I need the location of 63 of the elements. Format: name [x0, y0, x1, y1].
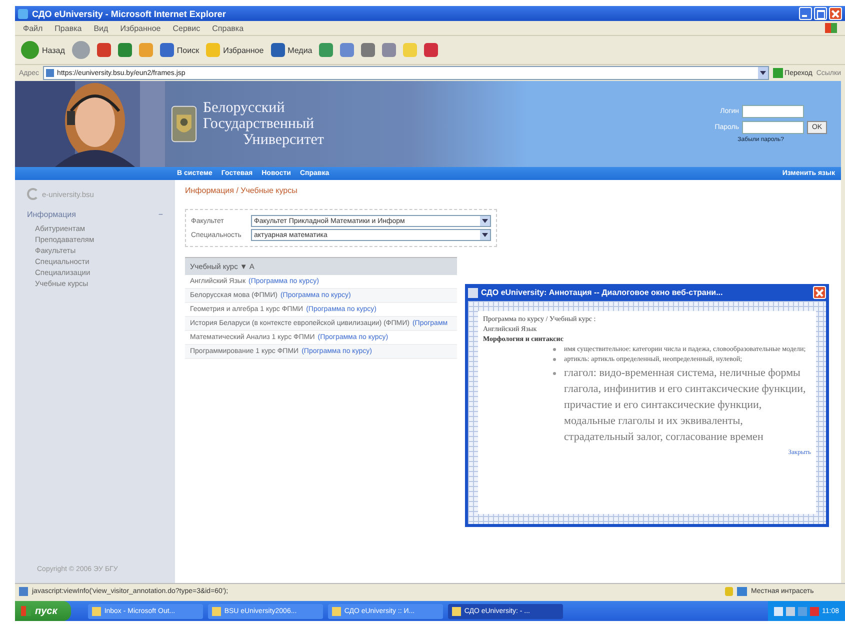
toolbar-icon — [340, 43, 354, 57]
window-title: СДО eUniversity - Microsoft Internet Explorer — [32, 8, 227, 18]
browser-icon — [18, 8, 28, 18]
university-name: Государственный — [203, 116, 316, 132]
crest-icon — [171, 105, 197, 143]
university-name: Университет — [242, 132, 324, 148]
toolbar-button[interactable] — [382, 43, 396, 57]
toolbar-button[interactable] — [138, 43, 153, 57]
syllabus-text: глагол: видо-временная система, неличные формы глагола, инфинитив и его синтаксические функции, причастие и его синтаксические функции, модальные глаголы и их эквиваленты, страдательный залог, согласование времен — [564, 366, 807, 445]
section-heading[interactable]: Информация — [27, 210, 76, 219]
toolbar-button[interactable]: Медиа — [270, 43, 312, 57]
dropdown-arrow-icon[interactable] — [480, 230, 490, 240]
bullet-icon — [553, 372, 556, 375]
toolbar-button[interactable]: Поиск — [160, 43, 200, 57]
toolbar-icon — [270, 43, 285, 57]
toolbar-icon — [319, 43, 334, 57]
page-icon — [19, 587, 28, 596]
close-button[interactable] — [829, 7, 842, 20]
toolbar-icon — [160, 43, 174, 57]
toolbar-button[interactable] — [118, 43, 132, 57]
swirl-icon — [27, 188, 39, 200]
dialog-title: СДО eUniversity: Аннотация -- Диалоговое окно веб-страни... — [481, 288, 724, 297]
menu-item[interactable]: Файл — [23, 24, 43, 32]
toolbar-button[interactable] — [340, 43, 354, 57]
toolbar-button[interactable] — [361, 43, 376, 57]
toolbar-button[interactable] — [96, 43, 111, 57]
bullet-icon — [553, 348, 556, 351]
toolbar-button[interactable] — [319, 43, 334, 57]
toolbar-button[interactable]: Назад — [21, 41, 65, 59]
toolbar-button[interactable] — [424, 43, 438, 57]
menu-item[interactable]: Справка — [212, 24, 244, 32]
menu-item[interactable]: Вид — [94, 24, 108, 32]
network-icon — [737, 587, 747, 596]
toolbar-icon — [424, 43, 438, 57]
toolbar-icon — [403, 43, 418, 57]
login-field[interactable] — [742, 105, 804, 118]
menu-item[interactable]: Сервис — [172, 24, 200, 32]
breadcrumb: Информация / Учебные курсы — [185, 186, 298, 195]
toolbar-icon — [96, 43, 111, 57]
windows-logo-icon — [825, 23, 837, 33]
collapse-toggle[interactable]: − — [158, 210, 163, 219]
university-name: Белорусский — [203, 100, 286, 116]
lock-icon — [725, 587, 733, 596]
password-field[interactable] — [742, 121, 804, 134]
page-icon — [468, 288, 478, 298]
toolbar-icon — [21, 41, 39, 59]
start-button[interactable]: пуск — [15, 601, 72, 621]
toolbar-icon — [361, 43, 376, 57]
toolbar-button[interactable] — [72, 41, 90, 59]
toolbar-button[interactable]: Избранное — [206, 43, 264, 57]
page-icon — [46, 69, 54, 77]
menu-item[interactable]: Правка — [54, 24, 82, 32]
maximize-button[interactable] — [814, 7, 827, 20]
bullet-icon — [553, 358, 556, 361]
toolbar-icon — [382, 43, 396, 57]
toolbar-icon — [72, 41, 90, 59]
menu-item[interactable]: Избранное — [120, 24, 161, 32]
toolbar-icon — [118, 43, 132, 57]
dropdown-arrow-icon[interactable] — [480, 216, 490, 226]
close-button[interactable] — [813, 286, 826, 299]
toolbar-icon — [138, 43, 153, 57]
minimize-button[interactable] — [799, 7, 812, 20]
toolbar-icon — [206, 43, 220, 57]
